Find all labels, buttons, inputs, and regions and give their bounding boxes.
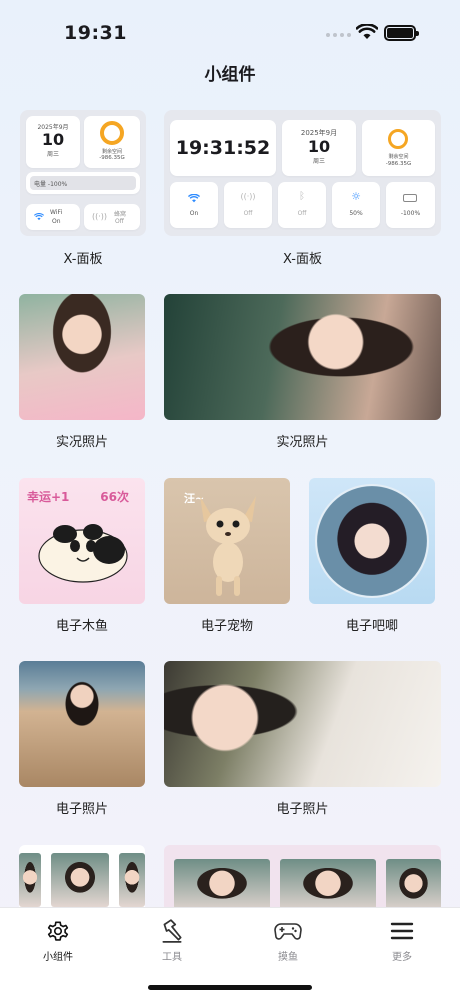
- cellular-icon: ((·)): [240, 192, 256, 201]
- strip-photo: [119, 853, 145, 907]
- toggle-wifi-state: On: [189, 210, 199, 217]
- strip-photo: [174, 859, 270, 907]
- storage-label: 剩余空间: [101, 149, 122, 155]
- storage-ring-icon: [100, 121, 124, 145]
- status-bar: 19:31: [0, 0, 460, 60]
- clock-card: 19:31:52: [170, 120, 276, 176]
- tab-tools[interactable]: 工具: [132, 916, 212, 963]
- cellular-state: Off: [115, 218, 124, 225]
- cellular-label: 蜂窝: [114, 211, 127, 218]
- menu-icon: [390, 922, 414, 940]
- anime-badge-image: [315, 484, 429, 598]
- e-photo-large-caption: 电子照片: [276, 802, 329, 817]
- toggle-wifi[interactable]: On: [170, 182, 218, 228]
- tab-games-label: 摸鱼: [278, 952, 298, 963]
- date-weekday: 周三: [46, 151, 59, 158]
- battery-status-icon: [384, 25, 419, 41]
- muyu-count-text: 66次: [100, 490, 129, 504]
- wifi-toggle-card[interactable]: WiFi On: [26, 204, 80, 230]
- live-photo-small-caption: 实况照片: [55, 435, 108, 450]
- live-photo-large-widget[interactable]: [164, 294, 441, 420]
- tab-more[interactable]: 更多: [362, 916, 442, 963]
- muyu-widget[interactable]: 幸运+1 66次: [19, 478, 145, 604]
- battery-bar-card: 电量 -100%: [26, 172, 140, 194]
- toggle-bluetooth-state: Off: [297, 210, 307, 217]
- toggle-battery-state: -100%: [400, 210, 421, 217]
- cellular-toggle-card[interactable]: ((·)) 蜂窝 Off: [84, 204, 140, 230]
- strip-photo: [51, 853, 109, 907]
- pet-caption: 电子宠物: [200, 619, 253, 634]
- battery-icon: [403, 194, 417, 202]
- toggle-brightness[interactable]: ☼ 50%: [332, 182, 380, 228]
- page-title: 小组件: [204, 65, 256, 85]
- photo-strip-large-widget[interactable]: [164, 845, 441, 907]
- wifi-status-icon: [356, 24, 378, 39]
- x-panel-large-widget[interactable]: 19:31:52 2025年9月 10 周三 剩余空间 -986.35G On …: [164, 110, 441, 236]
- toggle-bluetooth[interactable]: ᛒ Off: [278, 182, 326, 228]
- storage-value-large: -986.35G: [385, 161, 412, 167]
- strip-photo: [280, 859, 376, 907]
- battery-label: 电量 -100%: [34, 181, 68, 188]
- toggle-battery[interactable]: -100%: [386, 182, 435, 228]
- signal-dots-icon: [326, 33, 351, 37]
- storage-value: -986.35G: [99, 155, 125, 161]
- x-panel-large-caption: X-面板: [283, 252, 322, 267]
- date-card-large: 2025年9月 10 周三: [282, 120, 356, 176]
- brightness-icon: ☼: [351, 190, 361, 203]
- date-weekday-large: 周三: [312, 158, 325, 165]
- strip-photo: [19, 853, 41, 907]
- e-photo-small-caption: 电子照片: [55, 802, 108, 817]
- tab-widgets[interactable]: 小组件: [18, 916, 98, 963]
- toggle-brightness-state: 50%: [349, 210, 363, 217]
- tab-tools-label: 工具: [162, 952, 182, 963]
- x-panel-small-caption: X-面板: [63, 252, 103, 267]
- storage-card-large: 剩余空间 -986.35G: [362, 120, 435, 176]
- tab-games[interactable]: 摸鱼: [248, 916, 328, 963]
- toggle-cellular[interactable]: ((·)) Off: [224, 182, 272, 228]
- date-day-large: 10: [307, 137, 331, 156]
- hammer-icon: [162, 919, 182, 943]
- x-panel-small-widget[interactable]: 2025年9月 10 周三 剩余空间 -986.35G 电量 -100% WiF…: [20, 110, 146, 236]
- muyu-caption: 电子木鱼: [55, 619, 108, 634]
- panda-fish-icon: [38, 524, 128, 583]
- pet-widget[interactable]: 汪~: [164, 478, 290, 604]
- e-photo-large-widget[interactable]: [164, 661, 441, 787]
- date-day: 10: [41, 130, 65, 149]
- wifi-label: WiFi: [50, 209, 63, 216]
- wifi-icon: [188, 194, 200, 203]
- home-indicator[interactable]: [148, 985, 312, 990]
- date-card: 2025年9月 10 周三: [26, 116, 80, 168]
- chihuahua-icon: [200, 496, 256, 596]
- toggle-cellular-state: Off: [243, 210, 253, 217]
- muyu-luck-text: 幸运+1: [27, 490, 70, 504]
- strip-photo: [386, 859, 441, 907]
- live-photo-small-widget[interactable]: [19, 294, 145, 420]
- storage-label-large: 剩余空间: [388, 154, 409, 160]
- wifi-icon: [34, 213, 44, 221]
- wifi-state: On: [52, 218, 61, 225]
- bluetooth-icon: ᛒ: [299, 191, 305, 202]
- storage-ring-icon-large: [388, 129, 408, 149]
- tab-widgets-label: 小组件: [43, 952, 73, 963]
- cellular-icon: ((·)): [92, 212, 108, 221]
- live-photo-large-caption: 实况照片: [276, 435, 329, 450]
- photo-strip-small-widget[interactable]: [19, 845, 145, 907]
- clock-time: 19:31:52: [175, 137, 271, 159]
- tab-more-label: 更多: [392, 952, 412, 963]
- gear-icon: [47, 921, 69, 941]
- gamepad-icon: [274, 923, 302, 940]
- status-time: 19:31: [64, 22, 127, 44]
- badge-caption: 电子吧唧: [345, 619, 398, 634]
- e-photo-small-widget[interactable]: [19, 661, 145, 787]
- storage-card: 剩余空间 -986.35G: [84, 116, 140, 168]
- badge-widget[interactable]: [309, 478, 435, 604]
